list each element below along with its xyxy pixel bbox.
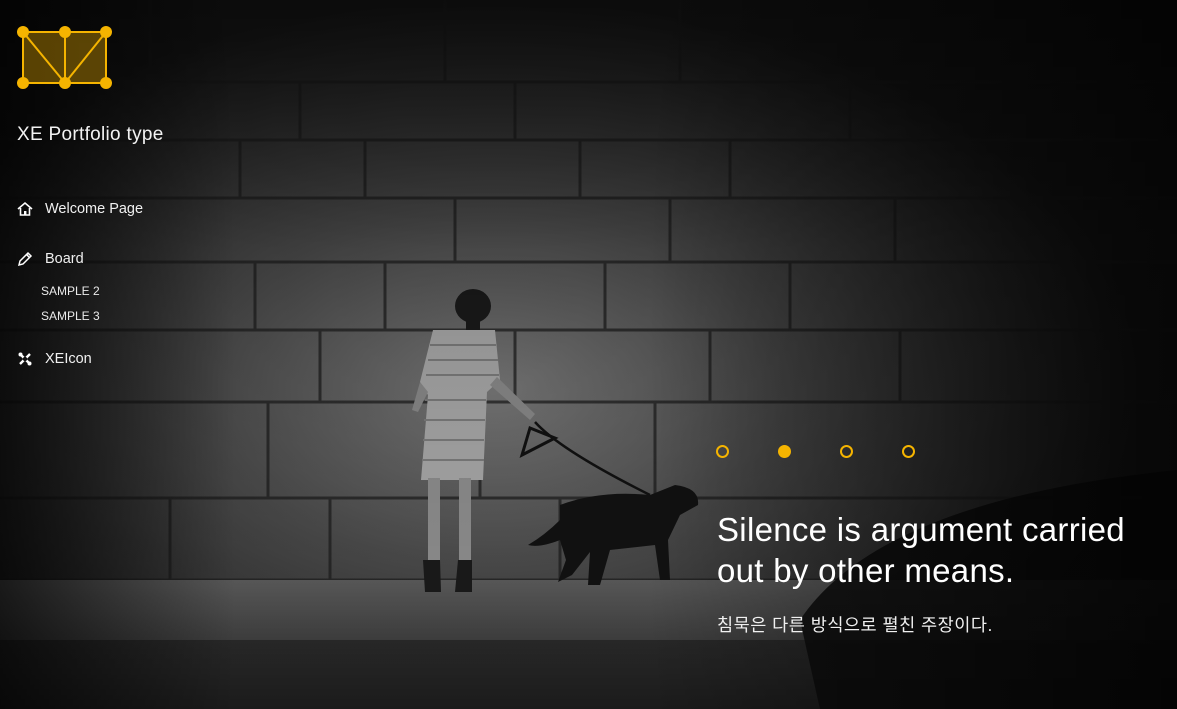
nav-item-xeicon[interactable]: XEIcon — [17, 348, 92, 370]
nav-subitem-sample-2[interactable]: SAMPLE 2 — [41, 284, 100, 298]
nav-item-label: XEIcon — [45, 351, 92, 367]
nav-item-label: Board — [45, 251, 84, 267]
home-icon — [17, 201, 33, 217]
xe-logo-icon — [17, 26, 112, 89]
xeicon-icon — [17, 351, 33, 367]
nav-item-board[interactable]: Board — [17, 248, 84, 270]
nav-item-label: Welcome Page — [45, 201, 144, 217]
hero-background-image — [0, 0, 1177, 709]
nav-item-welcome-page[interactable]: Welcome Page — [17, 198, 143, 220]
slide-quote-translation: 침묵은 다른 방식으로 펼친 주장이다. — [717, 615, 993, 635]
slide-dot-3[interactable] — [840, 445, 853, 458]
slide-quote: Silence is argument carried out by other… — [717, 511, 1125, 589]
slide-dot-2[interactable] — [778, 445, 791, 458]
slide-dot-1[interactable] — [716, 445, 729, 458]
slide-dot-4[interactable] — [902, 445, 915, 458]
site-title[interactable]: XE Portfolio type — [17, 124, 164, 146]
pencil-icon — [17, 251, 33, 267]
nav-subitem-sample-3[interactable]: SAMPLE 3 — [41, 309, 100, 323]
site-logo[interactable] — [16, 25, 114, 91]
